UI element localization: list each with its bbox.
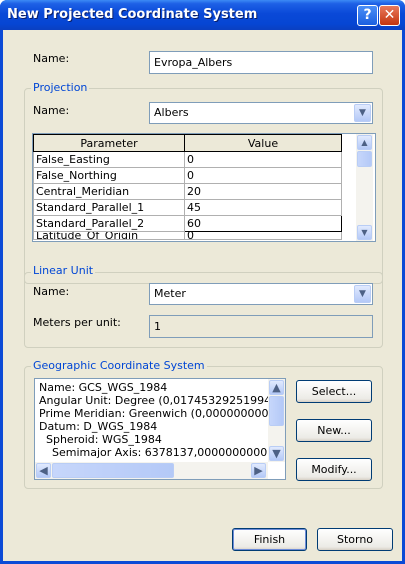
close-button[interactable]: ✕ — [379, 5, 400, 26]
value-cell[interactable]: 0 — [184, 231, 342, 240]
help-button[interactable]: ? — [357, 5, 378, 26]
parameter-cell: Standard_Parallel_1 — [33, 199, 185, 216]
gcs-line-semimajor: Semimajor Axis: 6378137,0000000000000000… — [52, 446, 285, 459]
table-row[interactable]: Standard_Parallel_1 45 — [33, 199, 342, 216]
dialog-window: New Projected Coordinate System ? ✕ Name… — [0, 0, 405, 564]
scroll-down-icon[interactable]: ▼ — [357, 225, 372, 240]
scroll-left-icon[interactable]: ◀ — [36, 463, 51, 478]
parameter-cell: Central_Meridian — [33, 183, 185, 200]
gcs-group-label: Geographic Coordinate System — [31, 359, 207, 372]
parameter-table: Parameter Value False_Easting 0 False_No… — [33, 134, 342, 240]
scroll-up-icon[interactable]: ▲ — [357, 135, 372, 150]
scroll-thumb[interactable] — [269, 396, 284, 426]
chevron-down-icon[interactable]: ▼ — [354, 104, 371, 122]
gcs-details-box[interactable]: Name: GCS_WGS_1984 Angular Unit: Degree … — [34, 378, 286, 480]
name-label: Name: — [33, 52, 70, 65]
parameter-scrollbar[interactable]: ▲ ▼ — [356, 134, 373, 241]
chevron-down-icon[interactable]: ▼ — [354, 285, 371, 303]
scroll-up-icon[interactable]: ▲ — [269, 380, 284, 395]
title-bar[interactable]: New Projected Coordinate System ? ✕ — [0, 0, 405, 30]
value-cell[interactable]: 0 — [184, 167, 342, 184]
unit-name-value: Meter — [154, 287, 186, 300]
projection-name-label: Name: — [33, 104, 70, 117]
dialog-body: Name: Evropa_Albers Projection Name: Alb… — [3, 30, 402, 561]
parameter-cell: False_Northing — [33, 167, 185, 184]
scroll-thumb[interactable] — [52, 463, 174, 478]
meters-per-unit-field: 1 — [149, 315, 373, 338]
projection-name-value: Albers — [154, 106, 189, 119]
table-row[interactable]: Central_Meridian 20 — [33, 183, 342, 200]
gcs-line-spheroid: Spheroid: WGS_1984 — [46, 433, 162, 446]
parameter-cell: False_Easting — [33, 151, 185, 168]
name-input[interactable]: Evropa_Albers — [149, 51, 373, 74]
gcs-line-name: Name: GCS_WGS_1984 — [39, 381, 168, 394]
table-row[interactable]: False_Easting 0 — [33, 151, 342, 168]
value-cell[interactable]: 0 — [184, 151, 342, 168]
column-header-parameter[interactable]: Parameter — [33, 134, 185, 152]
window-title: New Projected Coordinate System — [7, 7, 258, 22]
column-header-value[interactable]: Value — [184, 134, 342, 152]
gcs-horizontal-scrollbar[interactable]: ◀ ▶ — [35, 462, 268, 479]
unit-name-select[interactable]: Meter ▼ — [149, 283, 373, 305]
meters-per-unit-label: Meters per unit: — [33, 316, 121, 329]
parameter-cell: Standard_Parallel_2 — [33, 215, 185, 232]
select-button[interactable]: Select... — [296, 380, 372, 403]
table-row[interactable]: False_Northing 0 — [33, 167, 342, 184]
linear-unit-group-label: Linear Unit — [31, 264, 96, 277]
value-cell[interactable]: 60 — [184, 215, 342, 232]
gcs-line-datum: Datum: D_WGS_1984 — [39, 420, 158, 433]
scroll-down-icon[interactable]: ▼ — [269, 446, 284, 461]
projection-name-select[interactable]: Albers ▼ — [149, 102, 373, 124]
value-cell[interactable]: 20 — [184, 183, 342, 200]
help-icon: ? — [363, 7, 372, 23]
gcs-vertical-scrollbar[interactable]: ▲ ▼ — [268, 379, 285, 462]
gcs-line-angular-unit: Angular Unit: Degree (0,0174532925199432… — [39, 394, 286, 407]
modify-button[interactable]: Modify... — [296, 458, 372, 481]
gcs-line-prime-meridian: Prime Meridian: Greenwich (0,00000000000… — [39, 407, 285, 420]
parameter-cell: Latitude_Of_Origin — [33, 231, 185, 240]
close-icon: ✕ — [383, 7, 396, 23]
cancel-button[interactable]: Storno — [317, 528, 393, 551]
scroll-right-icon[interactable]: ▶ — [251, 463, 266, 478]
table-row[interactable]: Standard_Parallel_2 60 — [33, 215, 342, 232]
new-button[interactable]: New... — [296, 419, 372, 442]
projection-group-label: Projection — [31, 81, 90, 94]
finish-button[interactable]: Finish — [232, 528, 307, 551]
unit-name-label: Name: — [33, 285, 70, 298]
scroll-thumb[interactable] — [357, 151, 372, 167]
table-row[interactable]: Latitude_Of_Origin 0 — [33, 231, 342, 240]
value-cell[interactable]: 45 — [184, 199, 342, 216]
